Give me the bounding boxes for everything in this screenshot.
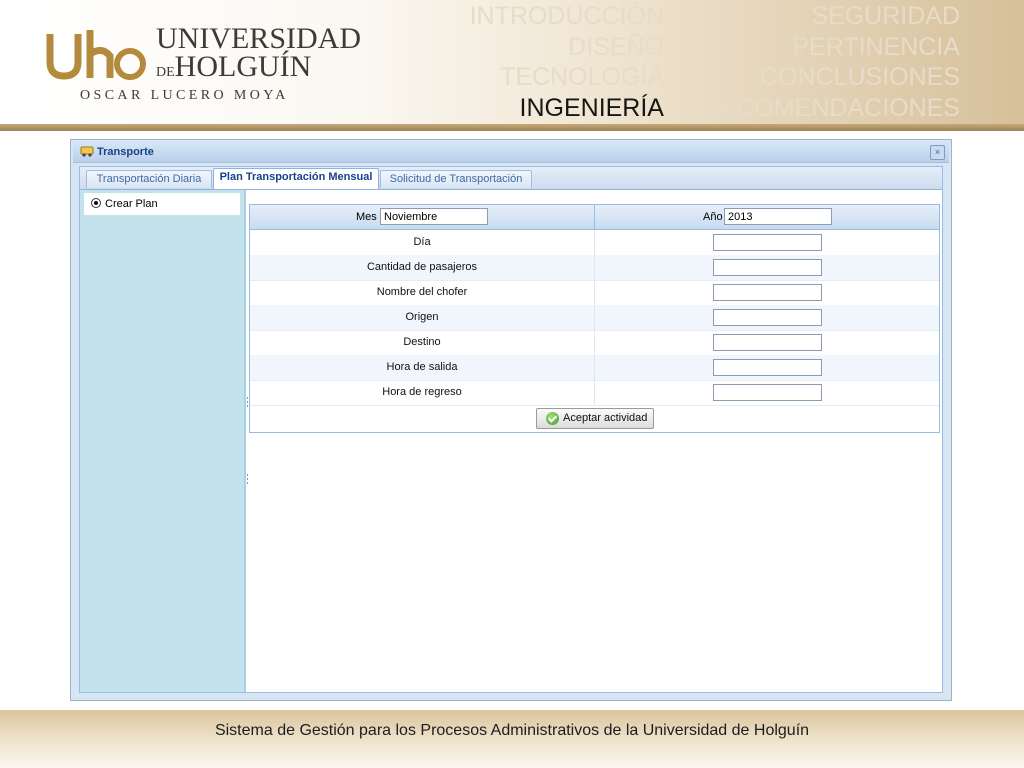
window-title: Transporte: [97, 146, 154, 158]
window-body: Transportación Diaria Plan Transportació…: [79, 166, 943, 693]
tab-transportacion-diaria[interactable]: Transportación Diaria: [86, 170, 212, 188]
nombre-chofer-field[interactable]: [713, 284, 822, 301]
tab-solicitud-transportacion[interactable]: Solicitud de Transportación: [380, 170, 532, 188]
university-logo-icon: [46, 30, 146, 80]
column-divider: [594, 330, 595, 355]
column-divider: [594, 380, 595, 405]
origen-field[interactable]: [713, 309, 822, 326]
university-subtitle: OSCAR LUCERO MOYA: [80, 88, 289, 103]
nav-item-diseno[interactable]: DISEÑO: [470, 32, 664, 63]
cantidad-pasajeros-field[interactable]: [713, 259, 822, 276]
hora-regreso-field[interactable]: [713, 384, 822, 401]
form-row-hora-salida: Hora de salida: [250, 355, 939, 381]
window-titlebar[interactable]: Transporte ×: [73, 142, 949, 163]
transport-window: Transporte × Transportación Diaria Plan …: [70, 139, 952, 701]
form-row-dia: Día: [250, 230, 939, 256]
nav-column-right: SEGURIDAD PERTINENCIA CONCLUSIONES RECOM…: [702, 1, 960, 123]
university-name-holguin: HOLGUÍN: [174, 50, 312, 83]
origen-label: Origen: [405, 311, 439, 323]
tab-plan-transportacion-mensual[interactable]: Plan Transportación Mensual: [213, 168, 379, 189]
sidebar-item-label: Crear Plan: [105, 198, 158, 210]
radio-selected-icon[interactable]: [91, 198, 101, 208]
cantidad-pasajeros-label: Cantidad de pasajeros: [366, 261, 478, 273]
aceptar-actividad-button[interactable]: Aceptar actividad: [536, 408, 654, 429]
nav-item-ingenieria[interactable]: INGENIERÍA: [470, 93, 664, 124]
check-icon: [546, 412, 559, 425]
sidebar-item-crear-plan[interactable]: Crear Plan: [84, 193, 240, 215]
slide-footer: Sistema de Gestión para los Procesos Adm…: [0, 710, 1024, 768]
content-panel: Mes Año Día Cantidad de pasajeros: [248, 190, 942, 692]
column-divider: [594, 280, 595, 305]
window-close-button[interactable]: ×: [930, 145, 945, 160]
mes-field[interactable]: [380, 208, 488, 225]
nav-column-left: INTRODUCCIÓN DISEÑO TECNOLOGÍA INGENIERÍ…: [470, 1, 664, 123]
column-divider: [594, 230, 595, 255]
nav-item-tecnologia[interactable]: TECNOLOGÍA: [470, 62, 664, 93]
nav-item-introduccion[interactable]: INTRODUCCIÓN: [470, 1, 664, 32]
university-name: UNIVERSIDAD DEHOLGUÍN: [156, 24, 361, 82]
nav-item-conclusiones[interactable]: CONCLUSIONES: [702, 62, 960, 93]
column-divider: [594, 255, 595, 280]
hora-salida-field[interactable]: [713, 359, 822, 376]
aceptar-actividad-label: Aceptar actividad: [563, 412, 648, 424]
plan-form: Mes Año Día Cantidad de pasajeros: [249, 204, 940, 433]
column-divider: [594, 305, 595, 330]
hora-regreso-label: Hora de regreso: [382, 386, 462, 398]
transport-app-icon: [80, 146, 94, 157]
nav-item-pertinencia[interactable]: PERTINENCIA: [702, 32, 960, 63]
tab-strip: Transportación Diaria Plan Transportació…: [80, 167, 942, 190]
university-name-de: DE: [156, 65, 175, 80]
form-row-cantidad-pasajeros: Cantidad de pasajeros: [250, 255, 939, 281]
form-row-origen: Origen: [250, 305, 939, 331]
form-row-nombre-chofer: Nombre del chofer: [250, 280, 939, 306]
form-row-destino: Destino: [250, 330, 939, 356]
anio-label: Año: [703, 211, 723, 223]
nav-item-recomendaciones[interactable]: RECOMENDACIONES: [702, 93, 960, 124]
anio-field[interactable]: [724, 208, 832, 225]
footer-caption: Sistema de Gestión para los Procesos Adm…: [214, 722, 810, 739]
dia-field[interactable]: [713, 234, 822, 251]
form-header: Mes Año: [250, 205, 939, 230]
header-divider: [0, 124, 1024, 131]
nombre-chofer-label: Nombre del chofer: [376, 286, 468, 298]
mes-label: Mes: [356, 211, 377, 223]
column-divider: [594, 205, 595, 229]
slide-header: UNIVERSIDAD DEHOLGUÍN OSCAR LUCERO MOYA …: [0, 0, 1024, 124]
column-divider: [594, 355, 595, 380]
university-name-line2: DEHOLGUÍN: [156, 52, 361, 82]
destino-field[interactable]: [713, 334, 822, 351]
destino-label: Destino: [403, 336, 441, 348]
form-row-hora-regreso: Hora de regreso: [250, 380, 939, 406]
nav-item-seguridad[interactable]: SEGURIDAD: [702, 1, 960, 32]
form-actions: Aceptar actividad: [250, 405, 939, 433]
dia-label: Día: [413, 236, 431, 248]
sidebar: Crear Plan: [80, 190, 246, 692]
hora-salida-label: Hora de salida: [386, 361, 458, 373]
